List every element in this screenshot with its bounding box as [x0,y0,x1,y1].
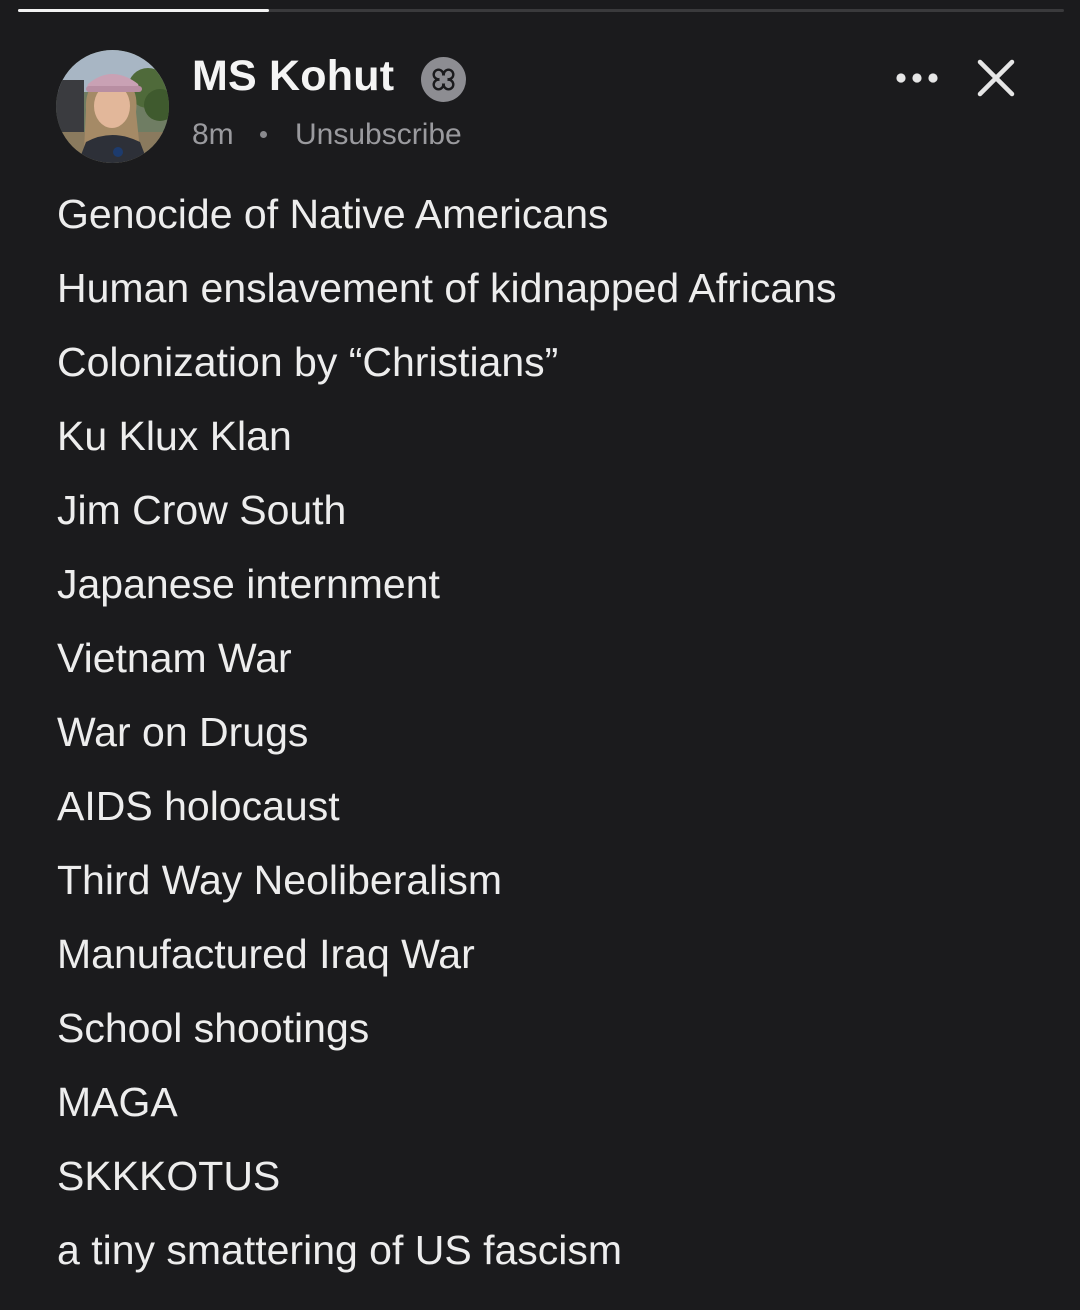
post-time: 8m [192,118,234,151]
post-line: Genocide of Native Americans [57,191,609,237]
meta-separator-dot [260,131,267,138]
post-line: SKKKOTUS [57,1153,281,1199]
author-name[interactable]: MS Kohut [192,52,394,101]
story-progress-bar [18,9,1064,12]
story-progress-fill [18,9,270,12]
flower-badge-icon [421,57,466,102]
more-horizontal-icon[interactable] [888,60,946,96]
post-line: Third Way Neoliberalism [57,857,503,903]
unsubscribe-link[interactable]: Unsubscribe [295,118,462,152]
post-line: Human enslavement of kidnapped Africans [57,265,837,311]
post-line: Vietnam War [57,635,292,681]
post-line: Colonization by “Christians” [57,339,559,385]
close-icon[interactable] [972,54,1020,102]
post-line: a tiny smattering of US fascism [57,1227,623,1273]
post-body: Genocide of Native Americans Human enslav… [57,177,1037,1287]
post-line: School shootings [57,1005,370,1051]
post-line: Jim Crow South [57,487,347,533]
post-line: Ku Klux Klan [57,413,292,459]
post-line: Japanese internment [57,561,440,607]
avatar[interactable] [56,50,169,163]
post-line: AIDS holocaust [57,783,340,829]
post-line: War on Drugs [57,709,309,755]
post-line: Manufactured Iraq War [57,931,475,977]
post-line: MAGA [57,1079,178,1125]
